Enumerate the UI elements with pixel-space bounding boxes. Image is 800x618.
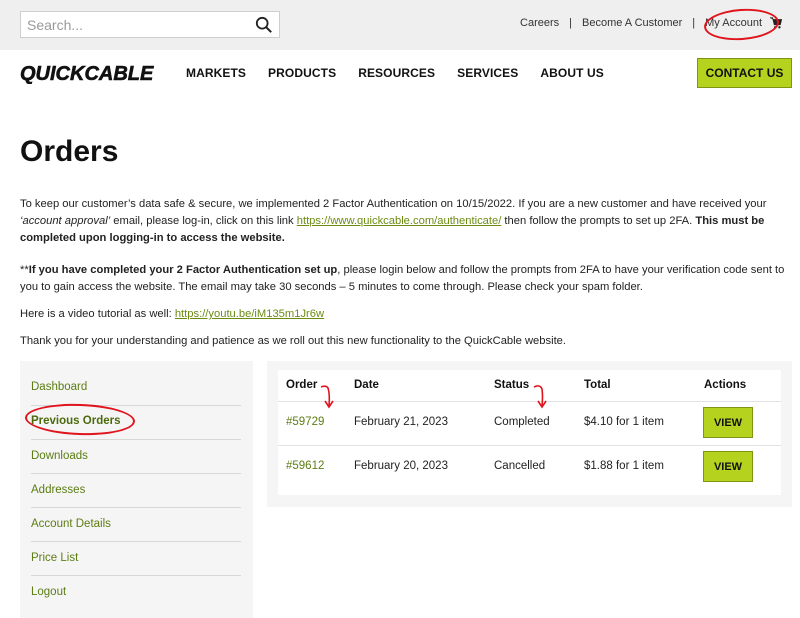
main-nav: MARKETS PRODUCTS RESOURCES SERVICES ABOU…	[186, 66, 626, 80]
sidebar-item-price-list[interactable]: Price List	[31, 552, 241, 564]
p1-text-b: email, please log-in, click on this link	[110, 215, 297, 227]
utility-bar: Search... Careers | Become A Customer | …	[0, 0, 800, 50]
careers-link[interactable]: Careers	[520, 17, 559, 29]
orders-table: Order Date Status Total Actions #59729 F…	[278, 370, 781, 495]
column-header-total: Total	[584, 379, 611, 391]
view-order-button[interactable]: VIEW	[703, 407, 753, 438]
quickcable-logo[interactable]: QUICKCABLE	[20, 62, 154, 84]
become-customer-link[interactable]: Become A Customer	[582, 17, 682, 29]
sidebar-item-dashboard[interactable]: Dashboard	[31, 381, 241, 393]
orders-panel: Order Date Status Total Actions #59729 F…	[267, 361, 792, 507]
column-header-status: Status	[494, 379, 530, 391]
p1-text-a: To keep our customer’s data safe & secur…	[20, 198, 767, 210]
view-order-button[interactable]: VIEW	[703, 451, 753, 482]
thank-you-paragraph: Thank you for your understanding and pat…	[20, 335, 567, 347]
sidebar-item-addresses[interactable]: Addresses	[31, 484, 241, 496]
video-tutorial-paragraph: Here is a video tutorial as well: https:…	[20, 306, 790, 323]
separator: |	[692, 17, 696, 29]
sidebar-divider	[31, 507, 241, 508]
account-sidebar: Dashboard Previous Orders Downloads Addr…	[20, 361, 253, 618]
sidebar-divider	[31, 439, 241, 440]
p2-text-a: **	[20, 264, 29, 276]
order-date: February 21, 2023	[354, 416, 448, 428]
p2-strong: If you have completed your 2 Factor Auth…	[28, 264, 338, 276]
search-placeholder: Search...	[27, 17, 84, 33]
2fa-login-paragraph: **If you have completed your 2 Factor Au…	[20, 262, 790, 296]
contact-us-button[interactable]: CONTACT US	[697, 58, 792, 88]
nav-item-services[interactable]: SERVICES	[457, 66, 518, 80]
2fa-notice-paragraph: To keep our customer’s data safe & secur…	[20, 196, 790, 247]
authenticate-link[interactable]: https://www.quickcable.com/authenticate/	[297, 215, 502, 227]
status-annotation-arrow-icon	[533, 385, 547, 409]
column-header-actions: Actions	[704, 379, 747, 391]
p1-emphasis: ‘account approval’	[20, 215, 111, 227]
separator: |	[569, 17, 572, 29]
sidebar-item-downloads[interactable]: Downloads	[31, 450, 241, 462]
search-input[interactable]: Search...	[20, 11, 280, 38]
nav-item-markets[interactable]: MARKETS	[186, 66, 246, 80]
p3-text: Here is a video tutorial as well:	[20, 308, 175, 320]
order-number-link[interactable]: #59729	[286, 416, 324, 428]
order-status: Cancelled	[494, 460, 546, 472]
order-total: $1.88 for 1 item	[584, 460, 664, 472]
sidebar-divider	[31, 575, 241, 576]
sidebar-item-account-details[interactable]: Account Details	[31, 518, 241, 530]
table-divider	[278, 445, 781, 446]
order-date: February 20, 2023	[354, 460, 448, 472]
table-divider	[278, 401, 781, 402]
nav-item-resources[interactable]: RESOURCES	[358, 66, 435, 80]
nav-item-products[interactable]: PRODUCTS	[268, 66, 336, 80]
sidebar-divider	[31, 541, 241, 542]
search-icon[interactable]	[255, 16, 273, 34]
logo-text: QUICKCABLE	[20, 63, 154, 84]
order-status: Completed	[494, 416, 550, 428]
order-number-link[interactable]: #59612	[286, 460, 324, 472]
column-header-order: Order	[286, 379, 318, 391]
sidebar-item-logout[interactable]: Logout	[31, 586, 241, 598]
nav-item-about-us[interactable]: ABOUT US	[540, 66, 603, 80]
column-header-date: Date	[354, 379, 379, 391]
order-total: $4.10 for 1 item	[584, 416, 664, 428]
sidebar-divider	[31, 473, 241, 474]
p1-text-c: then follow the prompts to set up 2FA.	[501, 215, 696, 227]
order-annotation-arrow-icon	[320, 385, 334, 409]
video-tutorial-link[interactable]: https://youtu.be/iM135m1Jr6w	[175, 308, 324, 320]
page-title: Orders	[20, 135, 119, 168]
